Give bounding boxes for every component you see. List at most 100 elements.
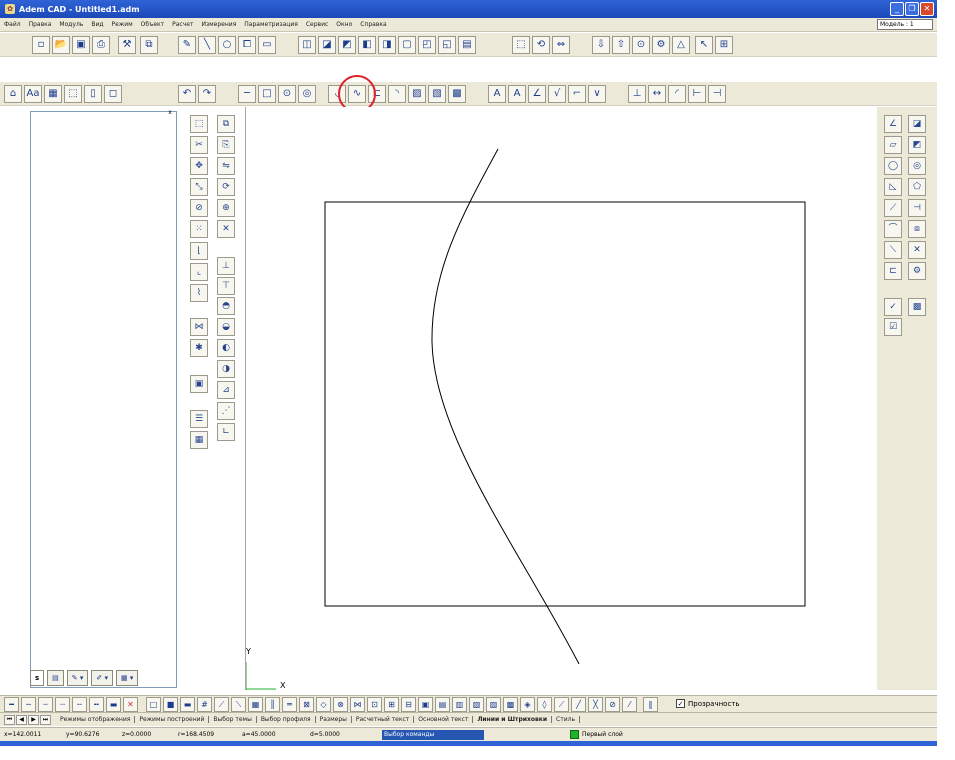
menu-object[interactable]: Объект xyxy=(141,21,164,28)
tab-next-icon[interactable]: ▶ xyxy=(28,715,39,725)
break-icon[interactable]: ⌇ xyxy=(190,284,208,302)
view-shade-icon[interactable]: ▢ xyxy=(398,36,416,54)
save-icon[interactable]: ▣ xyxy=(72,36,90,54)
hatch-h-icon[interactable]: ▧ xyxy=(469,697,484,712)
select-icon[interactable]: ⬚ xyxy=(64,85,82,103)
confirm-icon[interactable]: ☑ xyxy=(884,318,902,336)
snap-9-icon[interactable]: ∟ xyxy=(217,423,235,441)
paste-icon[interactable]: ⎘ xyxy=(217,136,235,154)
layer-icon[interactable]: ▦ xyxy=(44,85,62,103)
snap-5-icon[interactable]: ◐ xyxy=(217,339,235,357)
delete-icon[interactable]: ✕ xyxy=(217,220,235,238)
tab-lines-hatch[interactable]: Линии и Штриховки xyxy=(473,716,553,723)
tool-icon[interactable]: ⚒ xyxy=(118,36,136,54)
dim-chain-icon[interactable]: ⊢ xyxy=(688,85,706,103)
move-icon[interactable]: ✥ xyxy=(190,157,208,175)
dim-horizontal-icon[interactable]: ↔ xyxy=(648,85,666,103)
hatch-l-icon[interactable]: ◊ xyxy=(537,697,552,712)
right-tool-11-icon[interactable]: ⌒ xyxy=(884,220,902,238)
chamfer-icon[interactable]: ⌊ xyxy=(190,242,208,260)
view-render-icon[interactable]: ▤ xyxy=(458,36,476,54)
right-tool-12-icon[interactable]: ⧈ xyxy=(908,220,926,238)
line-dashdot-icon[interactable]: ╌ xyxy=(72,697,87,712)
panel-tab-props-icon[interactable]: ▤ xyxy=(47,670,64,686)
text-style-icon[interactable]: Aa xyxy=(24,85,42,103)
snap-4-icon[interactable]: ◒ xyxy=(217,318,235,336)
circle-3pt-icon[interactable]: ◎ xyxy=(298,85,316,103)
menu-module[interactable]: Модуль xyxy=(59,21,83,28)
scale-icon[interactable]: ⤡ xyxy=(190,178,208,196)
transparency-toggle[interactable]: ✓ Прозрачность xyxy=(676,699,740,708)
tab-main-text[interactable]: Основной текст xyxy=(414,716,474,723)
group-icon[interactable]: ◻ xyxy=(104,85,122,103)
hatch-diag-icon[interactable]: ⟋ xyxy=(214,697,229,712)
text-sub-icon[interactable]: A xyxy=(508,85,526,103)
dim-vertical-icon[interactable]: ⊥ xyxy=(628,85,646,103)
zoom-fit-icon[interactable]: ⇔ xyxy=(552,36,570,54)
panel-tab-tools-icon[interactable]: ✎ ▾ xyxy=(66,670,89,686)
circle-tool-icon[interactable]: ○ xyxy=(218,36,236,54)
right-tool-2-icon[interactable]: ◪ xyxy=(908,115,926,133)
right-tool-14-icon[interactable]: ✕ xyxy=(908,241,926,259)
hatch-f-icon[interactable]: ▤ xyxy=(435,697,450,712)
panel-close-icon[interactable]: x xyxy=(163,109,177,117)
hatch-diag2-icon[interactable]: ⟍ xyxy=(231,697,246,712)
view-top-icon[interactable]: ◪ xyxy=(318,36,336,54)
hatch-icon[interactable]: ▧ xyxy=(428,85,446,103)
cube-icon[interactable]: ⬚ xyxy=(512,36,530,54)
right-tool-3-icon[interactable]: ▱ xyxy=(884,136,902,154)
check-dim-icon[interactable]: √ xyxy=(548,85,566,103)
view-wire-icon[interactable]: ◰ xyxy=(418,36,436,54)
hatch-dots-icon[interactable]: ▦ xyxy=(248,697,263,712)
hatch-grid-icon[interactable]: # xyxy=(197,697,212,712)
right-tool-5-icon[interactable]: ◯ xyxy=(884,157,902,175)
pencil-icon[interactable]: ✎ xyxy=(178,36,196,54)
open-file-icon[interactable]: 📂 xyxy=(52,36,70,54)
mirror-icon[interactable]: ⇋ xyxy=(217,157,235,175)
snap-2-icon[interactable]: ⊤ xyxy=(217,277,235,295)
list-icon[interactable]: ☰ xyxy=(190,410,208,428)
cursor-icon[interactable]: ↖ xyxy=(695,36,713,54)
line-dash2-icon[interactable]: ╍ xyxy=(89,697,104,712)
transparency-checkbox[interactable]: ✓ xyxy=(676,699,685,708)
text-icon[interactable]: A xyxy=(488,85,506,103)
right-tool-9-icon[interactable]: ⟋ xyxy=(884,199,902,217)
snap-8-icon[interactable]: ⋰ xyxy=(217,402,235,420)
tab-build-modes[interactable]: Режимы построений xyxy=(135,716,210,723)
view-hidden-icon[interactable]: ◱ xyxy=(438,36,456,54)
minimize-button[interactable]: _ xyxy=(890,2,904,16)
menu-calc[interactable]: Расчет xyxy=(172,21,193,28)
maximize-button[interactable]: ❐ xyxy=(905,2,919,16)
copy-icon[interactable]: ⧠ xyxy=(238,36,256,54)
fill-icon[interactable]: ▨ xyxy=(408,85,426,103)
spline-curve[interactable] xyxy=(431,148,580,665)
hatch-b-icon[interactable]: ⊡ xyxy=(367,697,382,712)
right-tool-13-icon[interactable]: ⟍ xyxy=(884,241,902,259)
right-tool-16-icon[interactable]: ⚙ xyxy=(908,262,926,280)
export-icon[interactable]: ⇩ xyxy=(592,36,610,54)
dim-base-icon[interactable]: ⊣ xyxy=(708,85,726,103)
new-file-icon[interactable]: ▫ xyxy=(32,36,50,54)
close-button[interactable]: ✕ xyxy=(920,2,934,16)
pattern-fill-icon[interactable]: ▩ xyxy=(908,298,926,316)
line-tool-icon[interactable]: ╲ xyxy=(198,36,216,54)
hatch-o-icon[interactable]: ╳ xyxy=(588,697,603,712)
measure-icon[interactable]: ⊙ xyxy=(632,36,650,54)
drawing-rectangle[interactable] xyxy=(324,201,806,607)
layers-icon[interactable]: ⧉ xyxy=(140,36,158,54)
line-dashed-icon[interactable]: ┄ xyxy=(38,697,53,712)
hatch-k-icon[interactable]: ◈ xyxy=(520,697,535,712)
hatch-q-icon[interactable]: ⁄ xyxy=(622,697,637,712)
explode-icon[interactable]: ✱ xyxy=(190,339,208,357)
tab-prev-icon[interactable]: ◀ xyxy=(16,715,27,725)
properties-icon[interactable]: ▣ xyxy=(190,375,208,393)
import-icon[interactable]: ⇧ xyxy=(612,36,630,54)
extend-icon[interactable]: ⊕ xyxy=(217,199,235,217)
menu-edit[interactable]: Правка xyxy=(29,21,52,28)
cut-icon[interactable]: ✂ xyxy=(190,136,208,154)
snap-6-icon[interactable]: ◑ xyxy=(217,360,235,378)
tab-style[interactable]: Стиль xyxy=(552,716,580,723)
curve-icon[interactable]: ◝ xyxy=(388,85,406,103)
rectangle-icon[interactable]: □ xyxy=(258,85,276,103)
array-icon[interactable]: ⁙ xyxy=(190,220,208,238)
